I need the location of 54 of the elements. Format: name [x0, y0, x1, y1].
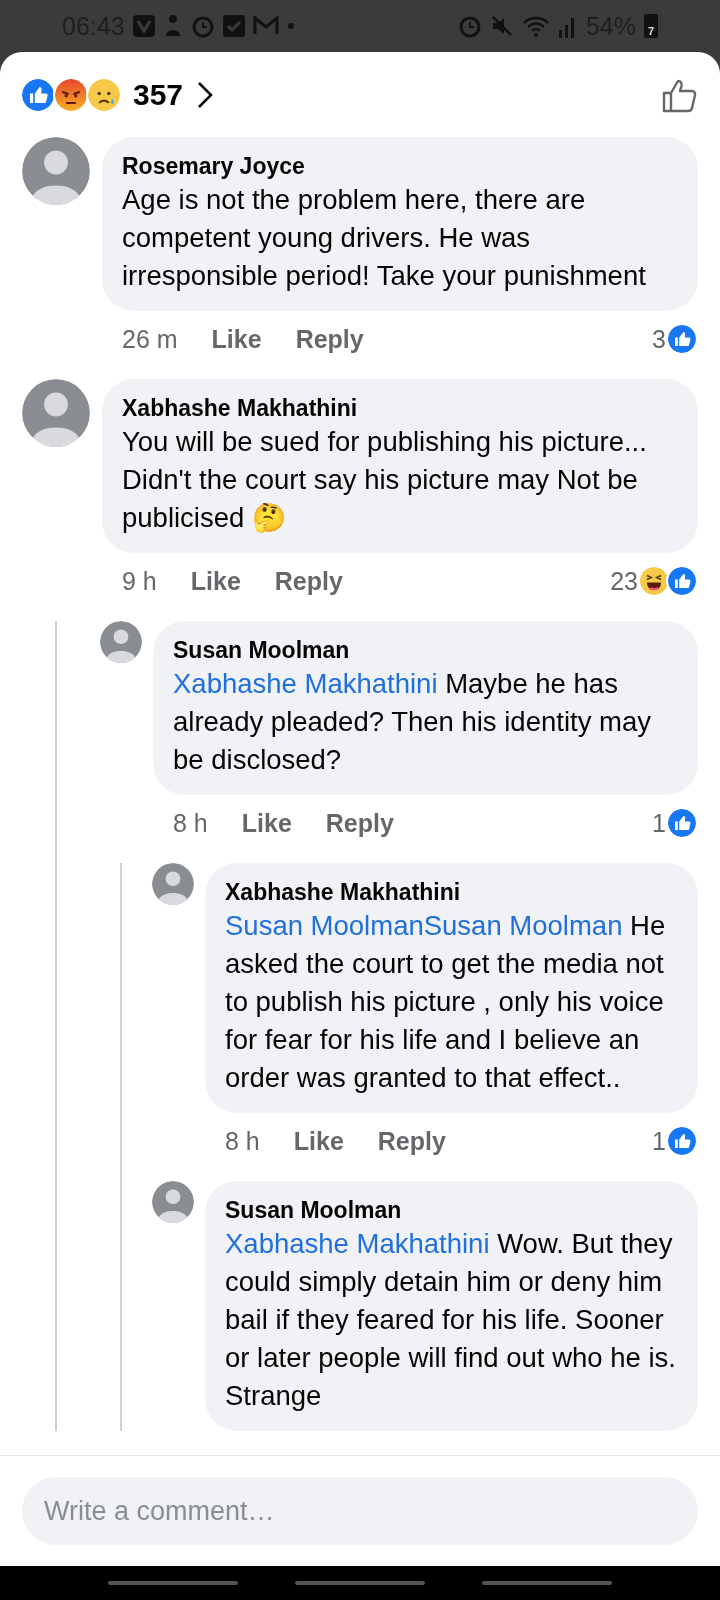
timestamp: 9 h — [122, 566, 157, 596]
chevron-right-icon — [197, 80, 214, 109]
mention-link[interactable]: Susan MoolmanSusan Moolman — [225, 910, 623, 941]
reactions-summary[interactable]: 357 — [20, 76, 214, 113]
like-reaction-icon — [666, 807, 698, 839]
avatar[interactable] — [22, 379, 90, 447]
avatar[interactable] — [152, 863, 194, 905]
like-reaction-icon — [666, 565, 698, 597]
comment-text: Age is not the problem here, there are competent young drivers. He was irresponsible period! Take your punishment — [122, 183, 647, 293]
reply-link[interactable]: Reply — [377, 1126, 446, 1156]
avatar[interactable] — [100, 621, 142, 663]
timestamp: 8 h — [173, 808, 208, 838]
comment-text: Xabhashe Makhathini Wow. But they could simply detain him or deny him bail if they feared for his life. Sooner or later people will find out who he is. Strange — [225, 1227, 677, 1413]
mention-link[interactable]: Xabhashe Makhathini — [225, 1228, 490, 1259]
reply-link[interactable]: Reply — [325, 808, 394, 838]
like-reaction-icon — [666, 323, 698, 355]
comment-text: Susan MoolmanSusan Moolman He asked the court to get the media not to publish his picture , only his voice for fear for his life and I believe an order was granted to that effect.. — [225, 909, 667, 1095]
comment-text: You will be sued for publishing his picture... Didn't the court say his picture may Not be publicised 🤔 — [122, 425, 648, 535]
checkbox-icon — [222, 15, 245, 37]
haha-reaction-icon — [638, 565, 670, 597]
like-reaction-icon — [666, 1125, 698, 1157]
app-notification-icon — [132, 15, 155, 37]
avatar[interactable] — [22, 137, 90, 205]
like-reaction-icon — [20, 76, 56, 113]
alarm-icon — [457, 14, 482, 38]
dot-icon — [286, 22, 295, 30]
author-name[interactable]: Xabhashe Makhathini — [225, 877, 678, 907]
avatar[interactable] — [152, 1181, 194, 1223]
reaction-count: 23 — [610, 566, 638, 596]
battery-icon: 7 — [644, 14, 658, 38]
like-link[interactable]: Like — [190, 566, 241, 596]
timestamp: 26 m — [122, 324, 178, 354]
reaction-count: 1 — [652, 1126, 666, 1156]
reply-link[interactable]: Reply — [295, 324, 364, 354]
reply-link[interactable]: Reply — [274, 566, 343, 596]
timestamp: 8 h — [225, 1126, 260, 1156]
author-name[interactable]: Susan Moolman — [173, 635, 678, 665]
like-link[interactable]: Like — [293, 1126, 344, 1156]
author-name[interactable]: Susan Moolman — [225, 1195, 678, 1225]
comment-text: Xabhashe Makhathini Maybe he has already pleaded? Then his identity may be disclosed? — [173, 667, 652, 777]
like-link[interactable]: Like — [211, 324, 262, 354]
reaction-count: 3 — [652, 324, 666, 354]
reaction-count: 1 — [652, 808, 666, 838]
mute-icon — [489, 14, 514, 38]
like-link[interactable]: Like — [241, 808, 292, 838]
angry-reaction-icon — [53, 76, 89, 113]
mail-icon — [252, 16, 279, 36]
comment-input[interactable]: Write a comment… — [22, 1477, 698, 1545]
mention-link[interactable]: Xabhashe Makhathini — [173, 668, 438, 699]
wifi-icon — [521, 14, 550, 38]
alarm-icon — [190, 14, 215, 38]
sad-reaction-icon — [86, 76, 122, 113]
author-name[interactable]: Xabhashe Makhathini — [122, 393, 678, 423]
author-name[interactable]: Rosemary Joyce — [122, 151, 678, 181]
